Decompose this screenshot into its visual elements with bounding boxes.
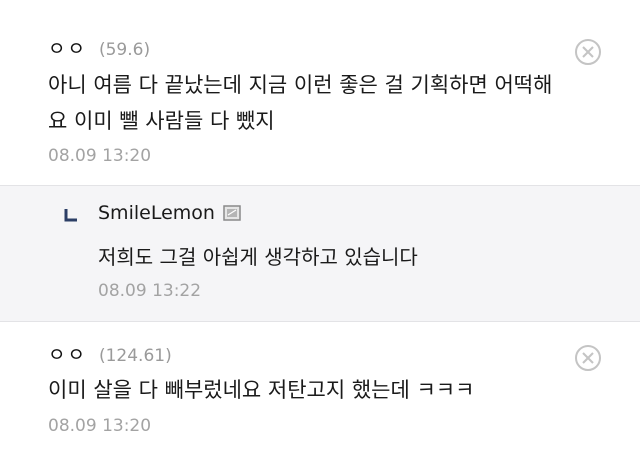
comment-author[interactable]: ㅇㅇ — [48, 34, 87, 61]
reply-timestamp: 08.09 13:22 — [98, 281, 202, 301]
circle-x-icon — [575, 39, 601, 65]
comment-item: ㅇㅇ (59.6) 아니 여름 다 끝났는데 지금 이런 좋은 걸 기획하면 어… — [0, 0, 640, 186]
comment-item: ㅇㅇ (124.61) 이미 살을 다 빼부렀네요 저탄고지 했는데 ㅋㅋㅋ 0… — [0, 322, 640, 457]
comment-thread: ㅇㅇ (59.6) 아니 여름 다 끝났는데 지금 이런 좋은 걸 기획하면 어… — [0, 0, 640, 457]
reply-author-line: SmileLemon — [98, 202, 241, 224]
comment-text-line: 아니 여름 다 끝났는데 지금 이런 좋은 걸 기획하면 어떡해 — [48, 73, 553, 97]
comment-timestamp: 08.09 13:20 — [48, 416, 152, 436]
reply-item: SmileLemon 저희도 그걸 아쉽게 생각하고 있습니다 08.09 13… — [0, 186, 640, 322]
reply-arrow-icon — [64, 209, 77, 222]
reply-author[interactable]: SmileLemon — [98, 202, 215, 224]
member-badge-icon — [223, 205, 241, 221]
reply-text: 저희도 그걸 아쉽게 생각하고 있습니다 — [98, 245, 418, 269]
delete-comment-button[interactable] — [574, 344, 602, 372]
comment-meta: ㅇㅇ (124.61) — [48, 340, 172, 367]
comment-score: (124.61) — [98, 346, 172, 366]
circle-x-icon — [575, 345, 601, 371]
comment-score: (59.6) — [98, 40, 151, 60]
comment-meta: ㅇㅇ (59.6) — [48, 34, 150, 61]
comment-text-line: 요 이미 뺄 사람들 다 뺐지 — [48, 109, 275, 133]
comment-text-line: 이미 살을 다 빼부렀네요 저탄고지 했는데 ㅋㅋㅋ — [48, 378, 475, 402]
comment-author[interactable]: ㅇㅇ — [48, 340, 87, 367]
delete-comment-button[interactable] — [574, 38, 602, 66]
comment-timestamp: 08.09 13:20 — [48, 146, 152, 166]
